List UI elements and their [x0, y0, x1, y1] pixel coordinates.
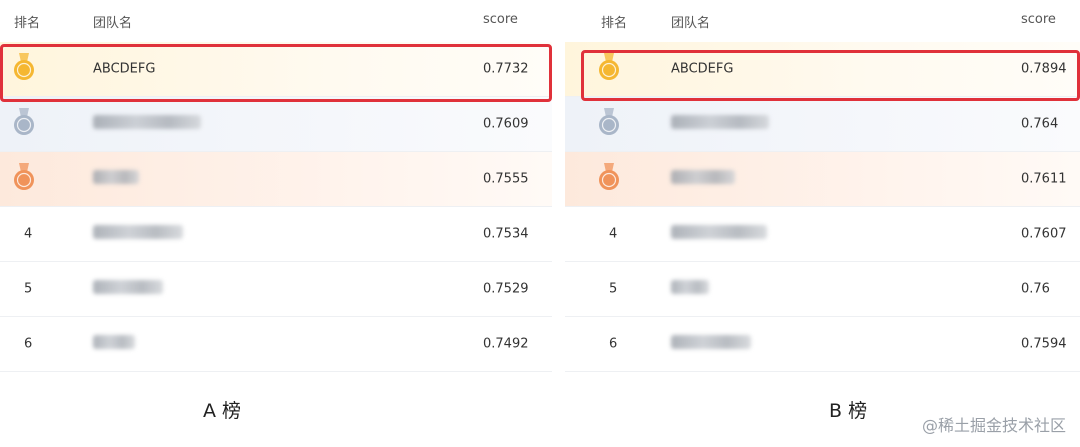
blurred-text [93, 335, 135, 349]
score-value: 0.7492 [483, 336, 529, 352]
score-value: 0.7529 [483, 281, 529, 297]
watermark: @稀土掘金技术社区 [921, 416, 1066, 435]
team-name-blurred [93, 280, 163, 298]
column-header-rank: 排名 [14, 16, 41, 31]
blurred-text [93, 225, 183, 239]
table-row: 6 0.7492 [0, 317, 552, 372]
team-name-blurred [671, 115, 769, 133]
silver-medal-icon [13, 108, 35, 140]
column-header-rank: 排名 [601, 16, 628, 31]
board-caption-a: A 榜 [203, 400, 242, 422]
table-header: 排名 团队名 score [565, 0, 1080, 42]
team-name-blurred [671, 335, 751, 353]
table-row: ABCDEFG 0.7894 [565, 42, 1080, 97]
score-value: 0.7609 [483, 116, 529, 132]
score-value: 0.76 [1021, 281, 1050, 297]
table-row: 5 0.7529 [0, 262, 552, 317]
leaderboard-a: 排名 团队名 score ABCDEFG 0.7732 0.7609 0.7555 4 0… [0, 0, 552, 372]
team-name: ABCDEFG [671, 61, 734, 77]
score-value: 0.7594 [1021, 336, 1067, 352]
score-value: 0.7555 [483, 171, 529, 187]
table-row: 0.764 [565, 97, 1080, 152]
table-body: ABCDEFG 0.7894 0.764 0.7611 4 0.7607 5 0.76 6 0.7… [565, 42, 1080, 372]
blurred-text [671, 170, 735, 184]
column-header-team: 团队名 [671, 16, 711, 31]
blurred-text [93, 280, 163, 294]
blurred-text [671, 225, 767, 239]
team-name-blurred [671, 280, 709, 298]
blurred-text [93, 170, 139, 184]
team-name-blurred [93, 335, 135, 353]
team-name-blurred [671, 170, 735, 188]
table-body: ABCDEFG 0.7732 0.7609 0.7555 4 0.7534 5 0.7529 6… [0, 42, 552, 372]
rank-number: 5 [24, 281, 33, 297]
table-header: 排名 团队名 score [0, 0, 552, 42]
gold-medal-icon [598, 53, 620, 85]
rank-number: 5 [609, 281, 618, 297]
table-row: 5 0.76 [565, 262, 1080, 317]
score-value: 0.7732 [483, 61, 529, 77]
table-row: 0.7611 [565, 152, 1080, 207]
score-value: 0.7534 [483, 226, 529, 242]
team-name-blurred [93, 115, 201, 133]
column-header-score: score [483, 12, 518, 27]
blurred-text [93, 115, 201, 129]
score-value: 0.7607 [1021, 226, 1067, 242]
rank-number: 6 [24, 336, 33, 352]
bronze-medal-icon [13, 163, 35, 195]
silver-medal-icon [598, 108, 620, 140]
blurred-text [671, 335, 751, 349]
gold-medal-icon [13, 53, 35, 85]
leaderboard-b: 排名 团队名 score ABCDEFG 0.7894 0.764 0.7611 4 0.… [565, 0, 1080, 372]
team-name: ABCDEFG [93, 61, 156, 77]
rank-number: 4 [24, 226, 33, 242]
score-value: 0.764 [1021, 116, 1059, 132]
team-name-blurred [93, 225, 183, 243]
rank-number: 6 [609, 336, 618, 352]
table-row: 4 0.7607 [565, 207, 1080, 262]
column-header-team: 团队名 [93, 16, 133, 31]
table-row: 0.7609 [0, 97, 552, 152]
blurred-text [671, 115, 769, 129]
table-row: 6 0.7594 [565, 317, 1080, 372]
team-name-blurred [671, 225, 767, 243]
score-value: 0.7611 [1021, 171, 1067, 187]
bronze-medal-icon [598, 163, 620, 195]
column-header-score: score [1021, 12, 1056, 27]
board-caption-b: B 榜 [829, 400, 868, 422]
team-name-blurred [93, 170, 139, 188]
table-row: 4 0.7534 [0, 207, 552, 262]
table-row: 0.7555 [0, 152, 552, 207]
blurred-text [671, 280, 709, 294]
rank-number: 4 [609, 226, 618, 242]
table-row: ABCDEFG 0.7732 [0, 42, 552, 97]
score-value: 0.7894 [1021, 61, 1067, 77]
